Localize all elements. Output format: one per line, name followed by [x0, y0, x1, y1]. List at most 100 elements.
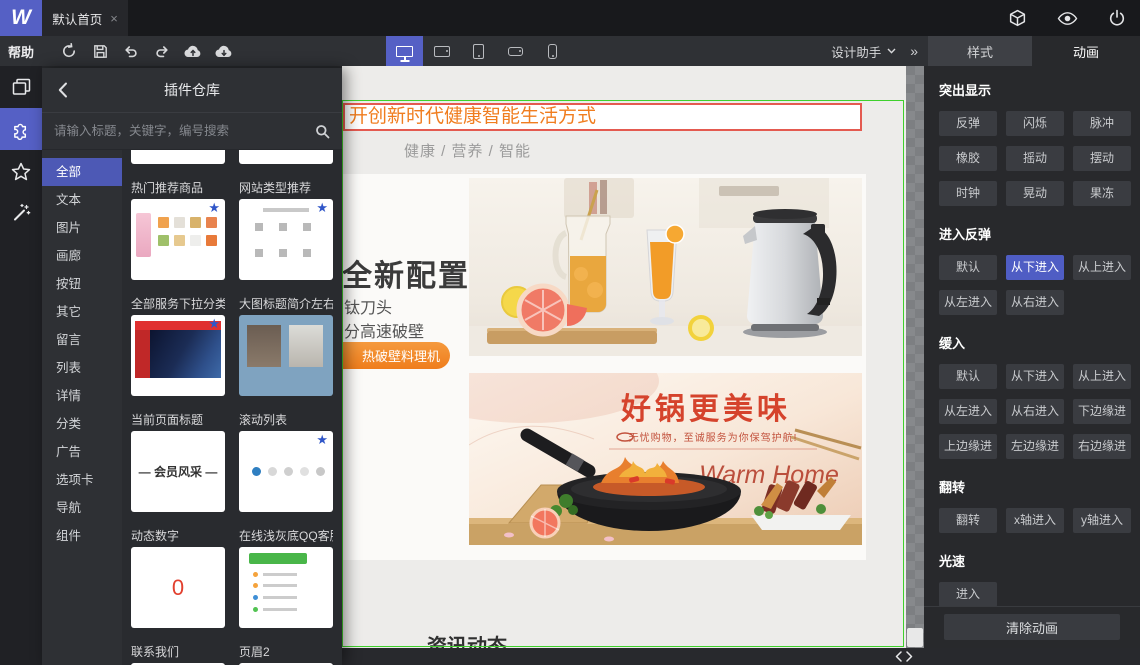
plugin-card-dynamic-number[interactable]: 动态数字 0 — [131, 512, 225, 628]
help-menu[interactable]: 帮助 — [0, 42, 42, 61]
anim-highlight-option-7[interactable]: 晃动 — [1006, 181, 1064, 206]
canvas-scrollbar[interactable] — [906, 66, 924, 648]
device-tablet-landscape[interactable] — [423, 36, 460, 66]
anim-highlight-option-1[interactable]: 闪烁 — [1006, 111, 1064, 136]
save-icon[interactable] — [91, 42, 109, 60]
category-detail[interactable]: 详情 — [42, 382, 122, 410]
selected-title-element[interactable]: 开创新时代健康智能生活方式 — [343, 103, 862, 131]
plugin-card-partial[interactable] — [131, 150, 225, 164]
plugin-card-header2[interactable]: 页眉2 — [239, 628, 333, 665]
device-phone-portrait[interactable] — [534, 36, 571, 66]
code-icon[interactable] — [891, 649, 917, 664]
anim-ease-in-option-2[interactable]: 从上进入 — [1073, 364, 1131, 389]
plugin-card-big-image-switch[interactable]: 大图标题简介左右切... — [239, 280, 333, 396]
wok-banner-image[interactable]: 好锅更美味 无忧购物，至诚服务为你保驾护航! Warm Home — [469, 373, 862, 545]
anim-bounce-in-option-3[interactable]: 从左进入 — [939, 290, 997, 315]
anim-flip-option-2[interactable]: y轴进入 — [1073, 508, 1131, 533]
plugin-grid-scroll[interactable]: 热门推荐商品 ★ 网站类型推荐 ★ 全部服务下拉分类带... ★ 大图标题简介左右切... 当… — [122, 150, 342, 665]
anim-highlight-option-5[interactable]: 摆动 — [1073, 146, 1131, 171]
more-panels-button[interactable]: » — [910, 36, 918, 66]
plugin-card-qq-service[interactable]: 在线浅灰底QQ客服 — [239, 512, 333, 628]
anim-highlight-option-3[interactable]: 橡胶 — [939, 146, 997, 171]
category-list[interactable]: 列表 — [42, 354, 122, 382]
anim-ease-in-option-1[interactable]: 从下进入 — [1006, 364, 1064, 389]
anim-bounce-in-option-1[interactable]: 从下进入 — [1006, 255, 1064, 280]
eye-icon[interactable] — [1057, 11, 1078, 26]
category-text[interactable]: 文本 — [42, 186, 122, 214]
category-message[interactable]: 留言 — [42, 326, 122, 354]
category-all[interactable]: 全部 — [42, 158, 122, 186]
sidebar-item-plugins[interactable] — [0, 108, 42, 150]
tab-style[interactable]: 样式 — [928, 36, 1032, 66]
anim-highlight-option-6[interactable]: 时钟 — [939, 181, 997, 206]
back-button[interactable] — [58, 68, 68, 112]
category-ad[interactable]: 广告 — [42, 438, 122, 466]
favorite-star-icon[interactable]: ★ — [208, 317, 220, 330]
anim-flip-option-1[interactable]: x轴进入 — [1006, 508, 1064, 533]
plugin-thumbnail[interactable]: — 会员风采 — — [131, 431, 225, 512]
product-headline[interactable]: 全新配置 — [342, 251, 470, 295]
sidebar-item-favorites[interactable] — [0, 150, 42, 192]
category-component[interactable]: 组件 — [42, 522, 122, 550]
anim-highlight-option-4[interactable]: 摇动 — [1006, 146, 1064, 171]
device-desktop[interactable] — [386, 36, 423, 66]
favorite-star-icon[interactable]: ★ — [316, 433, 328, 446]
favorite-star-icon[interactable]: ★ — [208, 201, 220, 214]
category-gallery[interactable]: 画廊 — [42, 242, 122, 270]
page-tab[interactable]: 默认首页 × — [42, 0, 128, 36]
anim-ease-in-option-8[interactable]: 右边缘进 — [1073, 434, 1131, 459]
product-feature-1[interactable]: 钛刀头 — [344, 294, 392, 318]
power-icon[interactable] — [1108, 9, 1126, 27]
plugin-thumbnail[interactable]: ★ — [131, 315, 225, 396]
canvas-scrollbar-thumb[interactable] — [907, 628, 923, 647]
favorite-star-icon[interactable]: ★ — [316, 201, 328, 214]
category-image[interactable]: 图片 — [42, 214, 122, 242]
anim-light-speed-option-0[interactable]: 进入 — [939, 582, 997, 607]
category-other[interactable]: 其它 — [42, 298, 122, 326]
kettle-product-image[interactable] — [469, 178, 862, 356]
plugin-card-contact-us[interactable]: 联系我们 — [131, 628, 225, 665]
clear-animation-button[interactable]: 清除动画 — [944, 614, 1120, 640]
sidebar-item-tools[interactable] — [0, 192, 42, 234]
anim-bounce-in-option-2[interactable]: 从上进入 — [1073, 255, 1131, 280]
product-cta-button[interactable]: 热破壁料理机 — [342, 342, 450, 369]
anim-highlight-option-8[interactable]: 果冻 — [1073, 181, 1131, 206]
plugin-thumbnail-partial[interactable] — [239, 150, 333, 164]
anim-ease-in-option-4[interactable]: 从右进入 — [1006, 399, 1064, 424]
plugin-search-input[interactable] — [54, 124, 304, 138]
category-button[interactable]: 按钮 — [42, 270, 122, 298]
plugin-card-services-dropdown[interactable]: 全部服务下拉分类带... ★ — [131, 280, 225, 396]
plugin-thumbnail[interactable]: ★ — [239, 431, 333, 512]
plugin-thumbnail[interactable] — [239, 315, 333, 396]
redo-icon[interactable] — [153, 42, 171, 60]
anim-ease-in-option-7[interactable]: 左边缘进 — [1006, 434, 1064, 459]
category-tabs[interactable]: 选项卡 — [42, 466, 122, 494]
category-category[interactable]: 分类 — [42, 410, 122, 438]
cube-icon[interactable] — [1008, 9, 1027, 28]
anim-ease-in-option-6[interactable]: 上边缘进 — [939, 434, 997, 459]
search-icon[interactable] — [304, 124, 330, 139]
category-nav[interactable]: 导航 — [42, 494, 122, 522]
cloud-download-icon[interactable] — [215, 42, 233, 60]
device-phone-landscape[interactable] — [497, 36, 534, 66]
tab-animation[interactable]: 动画 — [1032, 36, 1140, 66]
plugin-thumbnail[interactable] — [239, 547, 333, 628]
plugin-card-page-title[interactable]: 当前页面标题 — 会员风采 — — [131, 396, 225, 512]
anim-bounce-in-option-4[interactable]: 从右进入 — [1006, 290, 1064, 315]
plugin-card-hot-products[interactable]: 热门推荐商品 ★ — [131, 164, 225, 280]
refresh-icon[interactable] — [60, 42, 78, 60]
plugin-card-partial[interactable] — [239, 150, 333, 164]
anim-flip-option-0[interactable]: 翻转 — [939, 508, 997, 533]
sidebar-item-pages[interactable] — [0, 66, 42, 108]
tab-close-icon[interactable]: × — [110, 11, 118, 26]
page-subtitle[interactable]: 健康 / 营养 / 智能 — [404, 140, 531, 161]
anim-bounce-in-option-0[interactable]: 默认 — [939, 255, 997, 280]
anim-highlight-option-2[interactable]: 脉冲 — [1073, 111, 1131, 136]
news-section-title[interactable]: 资讯动态 — [427, 630, 507, 648]
anim-highlight-option-0[interactable]: 反弹 — [939, 111, 997, 136]
plugin-card-site-types[interactable]: 网站类型推荐 ★ — [239, 164, 333, 280]
device-tablet-portrait[interactable] — [460, 36, 497, 66]
anim-ease-in-option-3[interactable]: 从左进入 — [939, 399, 997, 424]
plugin-thumbnail[interactable]: 0 — [131, 547, 225, 628]
plugin-card-scroll-list[interactable]: 滚动列表 ★ — [239, 396, 333, 512]
